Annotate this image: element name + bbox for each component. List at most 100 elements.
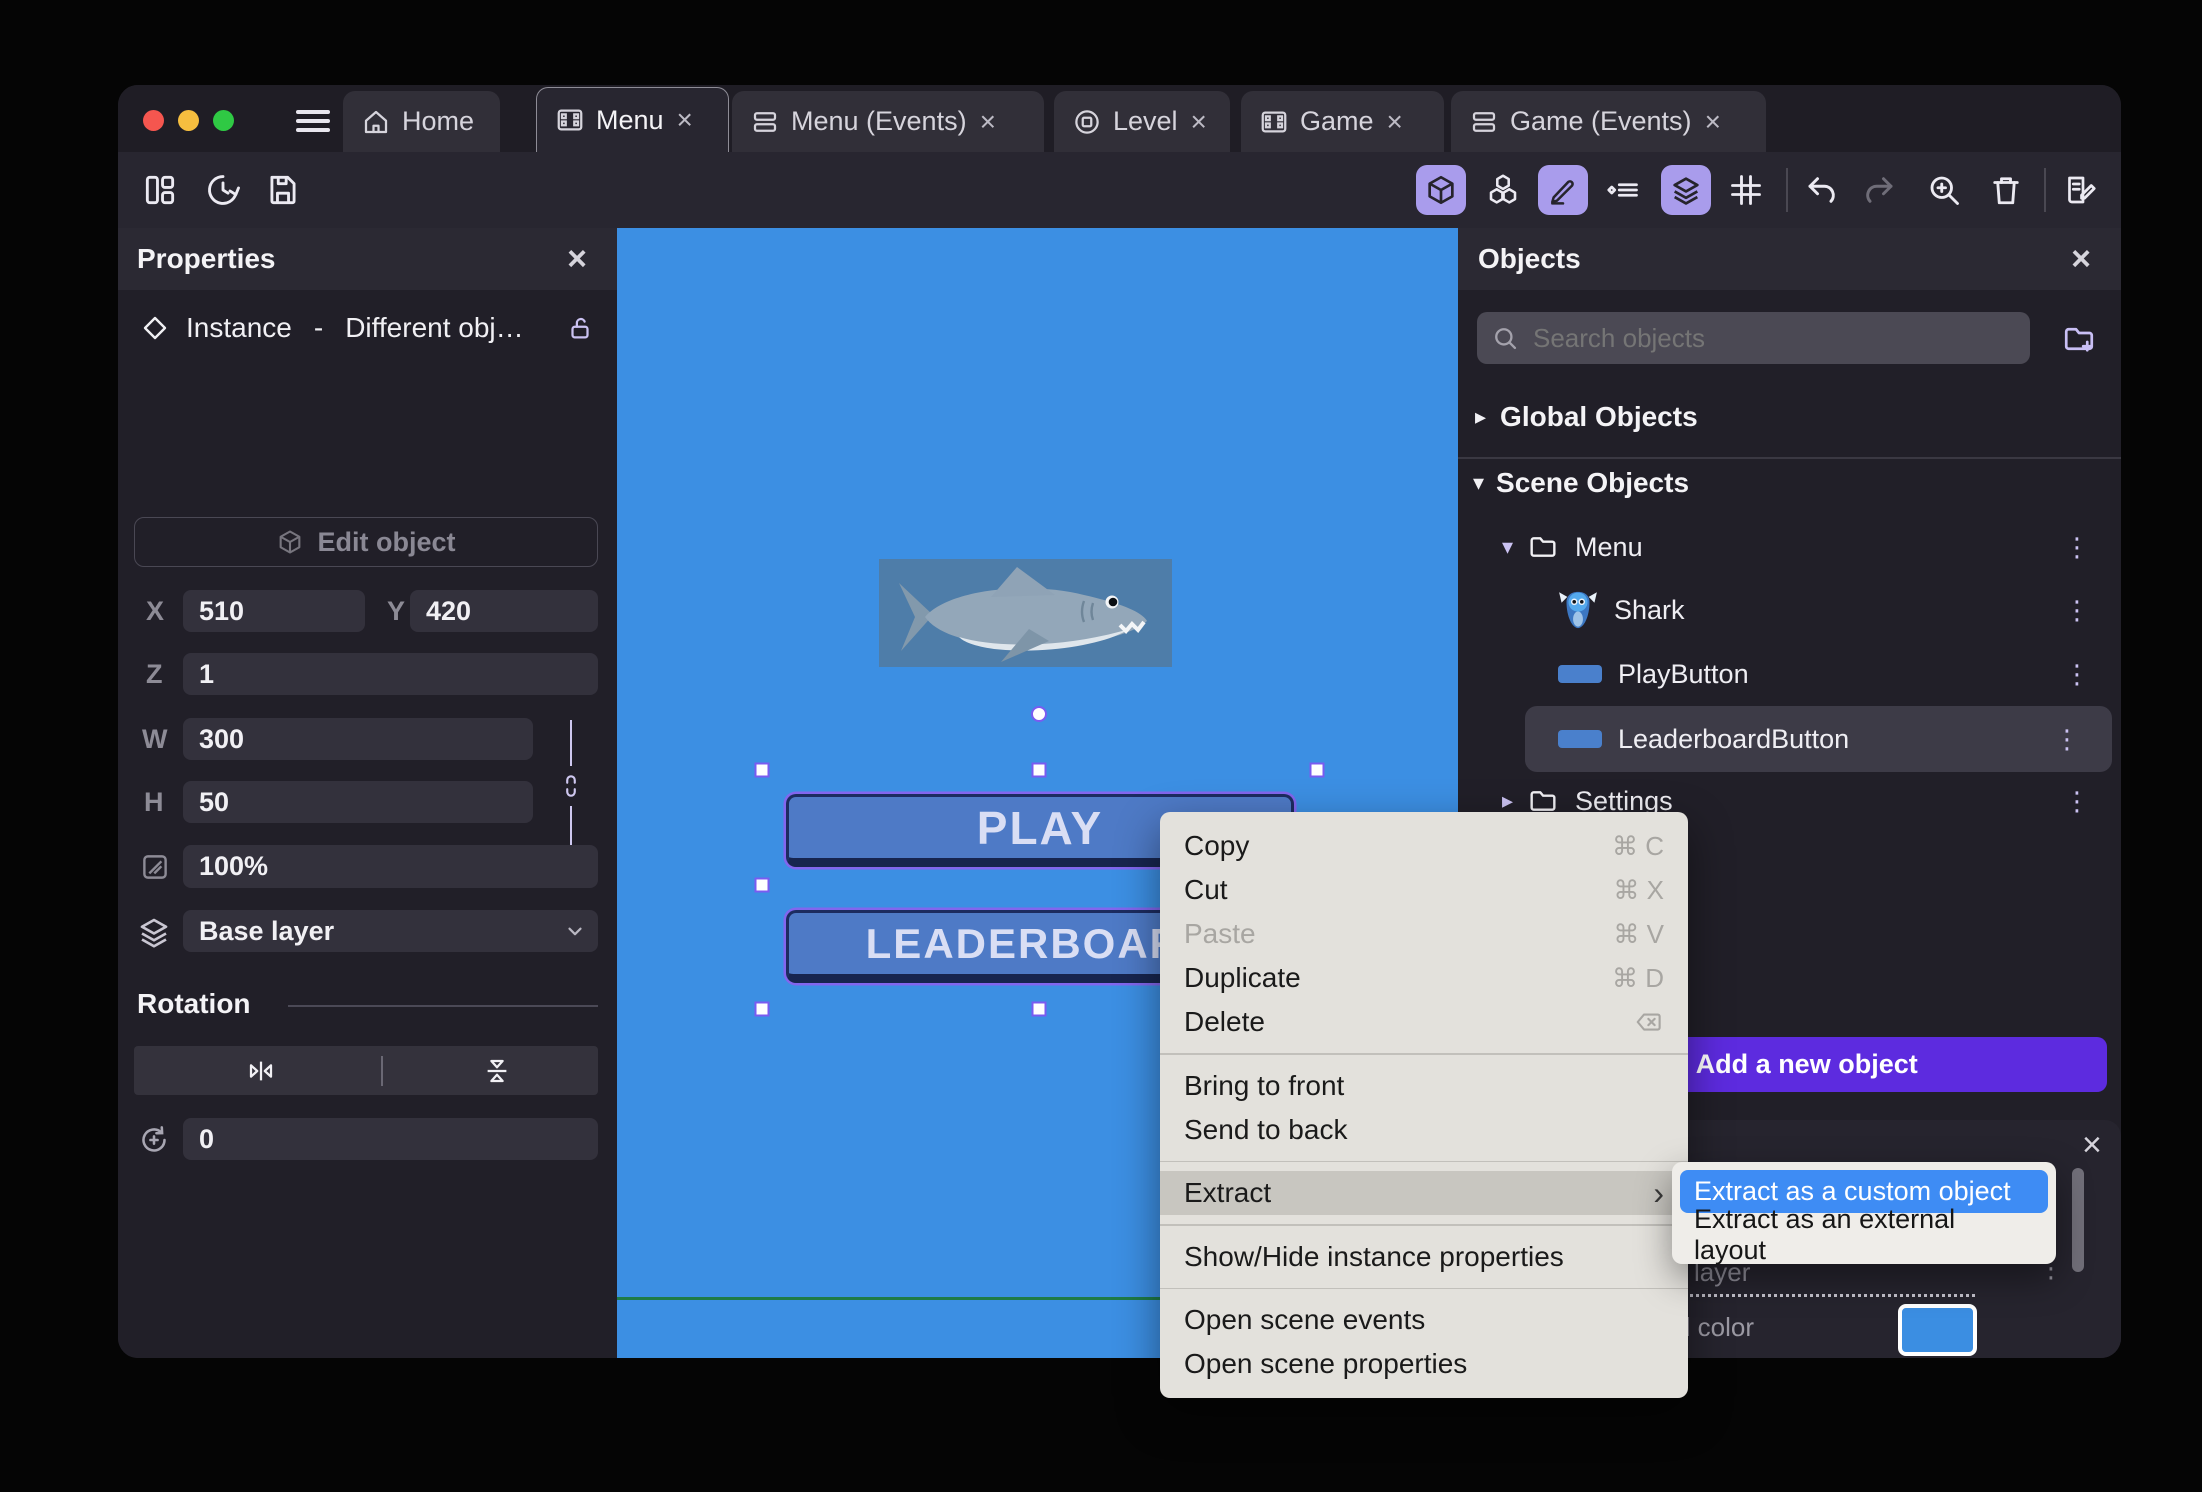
tree-row-label: Menu [1575, 531, 1643, 562]
selection-handle-top-left[interactable] [754, 762, 770, 778]
tab-close-icon[interactable]: × [677, 104, 693, 136]
search-box[interactable] [1477, 312, 2030, 364]
link-wh-icon[interactable] [558, 772, 584, 800]
save-icon[interactable] [264, 171, 302, 209]
tab-game-events[interactable]: Game (Events) × [1451, 91, 1766, 152]
zoom-in-icon[interactable] [1926, 172, 1962, 208]
menu-item-open-scene-properties[interactable]: Open scene properties [1160, 1342, 1688, 1386]
tab-menu[interactable]: Menu × [536, 87, 729, 152]
extract-submenu: Extract as a custom object Extract as an… [1672, 1162, 2056, 1265]
menu-item-extract[interactable]: Extract › [1160, 1171, 1688, 1215]
y-input[interactable] [410, 590, 598, 632]
selection-handle-bottom-left[interactable] [754, 1001, 770, 1017]
instance-row: Instance - Different obj… [140, 306, 595, 350]
tree-row-playbutton[interactable]: PlayButton ⋮ [1558, 652, 2102, 696]
flip-vertical-icon[interactable] [482, 1056, 512, 1086]
caret-right-icon[interactable]: ▸ [1475, 404, 1486, 430]
flip-horizontal-icon[interactable] [246, 1056, 276, 1086]
undo-icon[interactable] [1804, 172, 1840, 208]
menu-item-show-hide-instance-properties[interactable]: Show/Hide instance properties [1160, 1235, 1688, 1279]
rotation-input[interactable] [183, 1118, 598, 1160]
z-input[interactable] [183, 653, 598, 695]
add-folder-icon[interactable] [2061, 321, 2097, 357]
menu-item-duplicate[interactable]: Duplicate ⌘ D [1160, 956, 1688, 1000]
row-menu-icon[interactable]: ⋮ [2064, 534, 2090, 560]
objects-close-icon[interactable]: × [2071, 242, 2091, 276]
shark-sprite[interactable] [879, 559, 1172, 667]
objects-stack-icon[interactable] [1485, 172, 1521, 208]
selection-handle-mid-left[interactable] [754, 877, 770, 893]
menu-item-cut[interactable]: Cut ⌘ X [1160, 868, 1688, 912]
add-object-button[interactable]: + Add a new object [1645, 1037, 2107, 1092]
trash-icon[interactable] [1988, 172, 2024, 208]
menu-item-send-to-back[interactable]: Send to back [1160, 1108, 1688, 1152]
flip-toolbar [134, 1046, 598, 1095]
version-history-icon[interactable] [204, 171, 242, 209]
tree-row-leaderboardbutton[interactable]: LeaderboardButton ⋮ [1558, 717, 2102, 761]
maximize-traffic-light[interactable] [213, 110, 234, 131]
toolbar: Preview Share [118, 152, 2121, 286]
rotation-handle[interactable] [1031, 706, 1047, 722]
w-label: W [142, 724, 168, 754]
selection-handle-bottom-center[interactable] [1031, 1001, 1047, 1017]
tab-close-icon[interactable]: × [980, 106, 996, 138]
selection-handle-top-center[interactable] [1031, 762, 1047, 778]
chevron-down-icon [568, 927, 582, 936]
opacity-icon [143, 855, 167, 879]
edit-object-button[interactable]: Edit object [134, 517, 598, 567]
scene-objects-row[interactable]: ▾ Scene Objects [1473, 461, 2103, 505]
close-traffic-light[interactable] [143, 110, 164, 131]
minimize-traffic-light[interactable] [178, 110, 199, 131]
tab-close-icon[interactable]: × [1387, 106, 1403, 138]
submenu-item-extract-external-layout[interactable]: Extract as an external layout [1680, 1204, 2048, 1265]
grid-icon[interactable] [1728, 172, 1764, 208]
tree-row-shark[interactable]: Shark ⋮ [1558, 587, 2102, 633]
instance-properties-icon[interactable] [1605, 172, 1641, 208]
caret-down-icon[interactable]: ▾ [1473, 470, 1484, 496]
opacity-input[interactable] [183, 845, 598, 888]
row-menu-icon[interactable]: ⋮ [2064, 597, 2090, 623]
row-menu-icon[interactable]: ⋮ [2064, 788, 2090, 814]
shark-thumbnail [1559, 591, 1597, 629]
x-input[interactable] [183, 590, 365, 632]
caret-down-icon[interactable]: ▾ [1502, 534, 1513, 560]
main-menu-icon[interactable] [296, 105, 330, 137]
global-objects-row[interactable]: ▸ Global Objects [1475, 395, 2105, 439]
tab-close-icon[interactable]: × [1705, 106, 1721, 138]
menu-separator [1160, 1160, 1688, 1162]
tab-level[interactable]: Level × [1054, 91, 1230, 152]
unlock-icon[interactable] [565, 313, 595, 343]
edit-pencil-icon[interactable] [1538, 165, 1588, 215]
folder-icon [1530, 537, 1556, 557]
menu-item-delete[interactable]: Delete [1160, 1000, 1688, 1044]
shortcut: ⌘ C [1612, 830, 1664, 861]
w-input[interactable] [183, 718, 533, 760]
panels-layout-icon[interactable] [141, 171, 179, 209]
cube-3d-view-icon[interactable] [1416, 165, 1466, 215]
row-menu-icon[interactable]: ⋮ [2054, 726, 2080, 752]
submenu-chevron-icon: › [1653, 1174, 1664, 1211]
tab-menu-events[interactable]: Menu (Events) × [732, 91, 1044, 152]
search-input[interactable] [1531, 321, 1975, 355]
delete-key-icon [1636, 1013, 1661, 1031]
edit-events-icon[interactable] [2062, 172, 2098, 208]
tree-row-menu-folder[interactable]: ▾ Menu ⋮ [1502, 525, 2102, 569]
redo-icon[interactable] [1861, 172, 1897, 208]
menu-item-bring-to-front[interactable]: Bring to front [1160, 1064, 1688, 1108]
menu-item-open-scene-events[interactable]: Open scene events [1160, 1298, 1688, 1342]
layers-icon[interactable] [1661, 165, 1711, 215]
panel-close-icon[interactable]: × [2082, 1128, 2102, 1162]
tab-game[interactable]: Game × [1241, 91, 1444, 152]
tab-home[interactable]: Home [343, 91, 500, 152]
row-menu-icon[interactable]: ⋮ [2064, 661, 2090, 687]
selection-handle-top-right[interactable] [1309, 762, 1325, 778]
layer-select[interactable]: Base layer [183, 910, 598, 952]
tab-close-icon[interactable]: × [1191, 106, 1207, 138]
color-swatch[interactable] [1898, 1304, 1977, 1356]
menu-item-copy[interactable]: Copy ⌘ C [1160, 824, 1688, 868]
h-input[interactable] [183, 781, 533, 823]
caret-right-icon[interactable]: ▸ [1502, 788, 1513, 814]
rotation-section-title: Rotation [137, 988, 251, 1019]
scrollbar-thumb[interactable] [2072, 1168, 2084, 1272]
properties-close-icon[interactable]: × [567, 242, 587, 276]
